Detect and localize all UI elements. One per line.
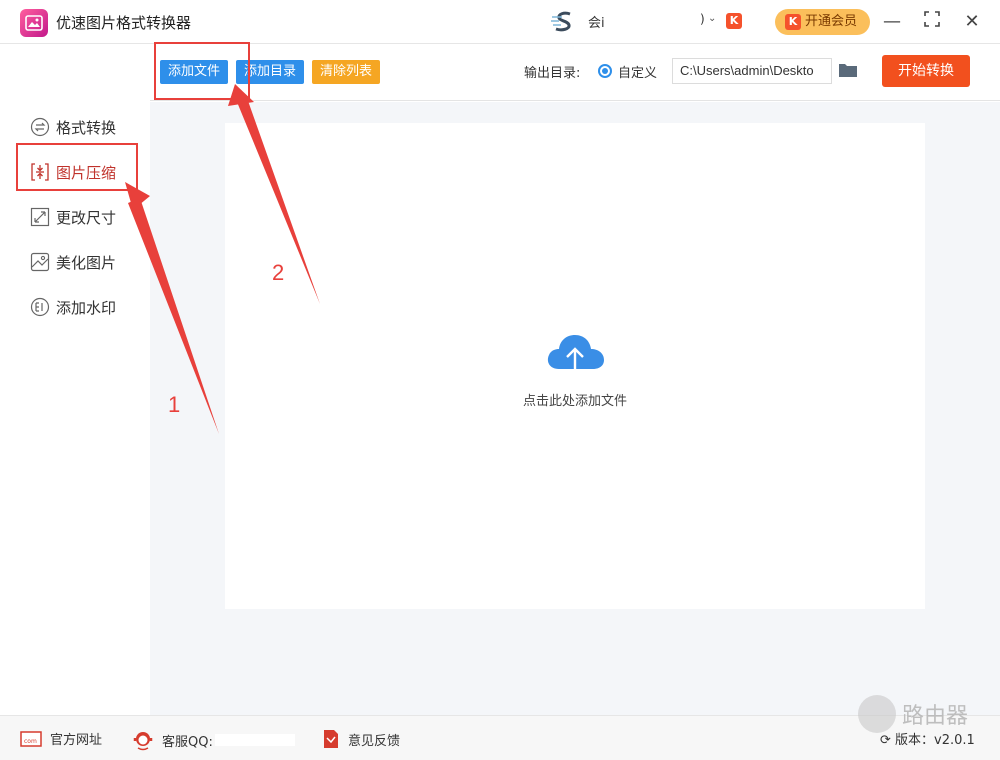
router-watermark-icon bbox=[858, 695, 896, 733]
annotation-arrowhead-1 bbox=[125, 182, 150, 210]
annotation-step-1: 1 bbox=[168, 392, 181, 417]
watermark: 路由器 bbox=[858, 694, 988, 734]
annotation-arrows bbox=[125, 84, 320, 434]
annotation-arrowhead-2 bbox=[228, 84, 254, 106]
annotation-step-2: 2 bbox=[272, 260, 285, 285]
watermark-text: 路由器 bbox=[902, 704, 969, 729]
